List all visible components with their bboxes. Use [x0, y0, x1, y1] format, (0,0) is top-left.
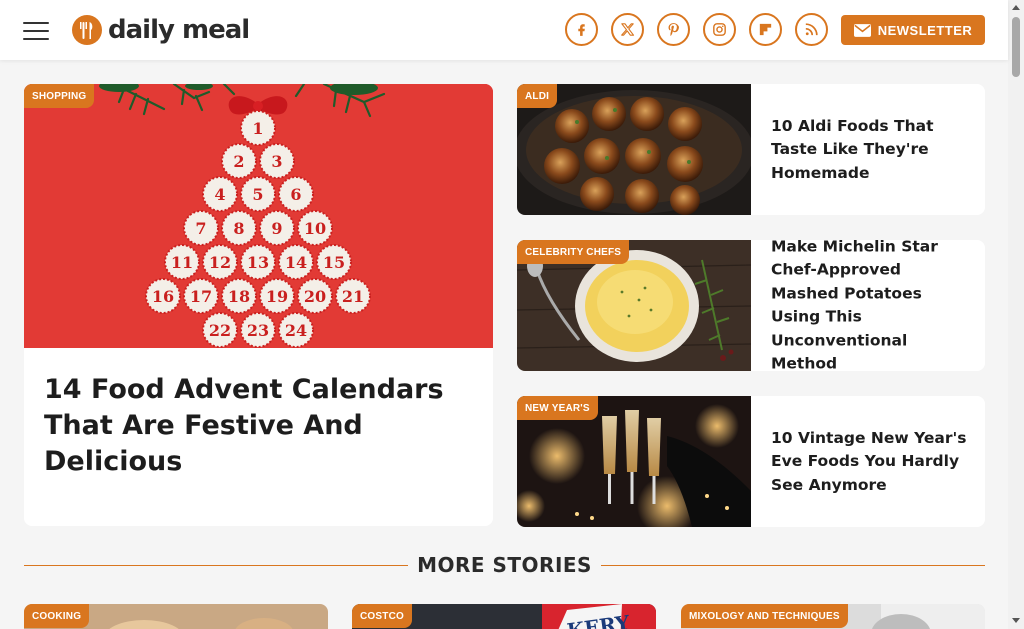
advent-door-number: 11 — [171, 253, 193, 272]
flipboard-icon[interactable] — [749, 13, 782, 46]
pinterest-icon[interactable] — [657, 13, 690, 46]
side-story-card[interactable]: CELEBRITY CHEFS Make Michelin Star Chef-… — [517, 240, 985, 371]
advent-door-number: 19 — [266, 287, 288, 306]
page-scrollbar[interactable] — [1008, 0, 1024, 629]
site-logo[interactable]: daily meal — [72, 12, 250, 48]
advent-door-number: 5 — [252, 185, 263, 204]
hero-story-card[interactable]: SHOPPING 123456 7 8 9 10 11 12 13 14 15 … — [24, 84, 493, 526]
scroll-up-arrow-icon[interactable] — [1012, 5, 1020, 10]
instagram-icon[interactable] — [703, 13, 736, 46]
advent-door-number: 24 — [285, 321, 307, 340]
advent-door-number: 1 — [252, 119, 263, 138]
scroll-thumb[interactable] — [1012, 17, 1020, 77]
fork-knife-logo-icon — [72, 15, 102, 45]
envelope-icon — [853, 23, 871, 37]
divider-line — [24, 564, 409, 566]
side-story-card[interactable]: NEW YEAR'S 10 Vintage New Year's Eve Foo… — [517, 396, 985, 527]
advent-door-number: 22 — [209, 321, 231, 340]
advent-door-number: 18 — [228, 287, 250, 306]
hero-headline[interactable]: 14 Food Advent Calendars That Are Festiv… — [44, 372, 474, 480]
advent-door-number: 20 — [304, 287, 326, 306]
rss-icon[interactable] — [795, 13, 828, 46]
advent-door-number: 10 — [304, 219, 326, 238]
story-card[interactable]: MIXOLOGY AND TECHNIQUES — [681, 604, 985, 629]
advent-door-number: 6 — [290, 185, 301, 204]
story-card[interactable]: COSTCO KERY — [352, 604, 656, 629]
advent-door-number: 8 — [233, 219, 244, 238]
category-tag-new-years[interactable]: NEW YEAR'S — [517, 396, 598, 420]
x-icon[interactable] — [611, 13, 644, 46]
advent-door-number: 16 — [152, 287, 174, 306]
category-tag-celebrity-chefs[interactable]: CELEBRITY CHEFS — [517, 240, 630, 264]
advent-door-number: 7 — [195, 219, 206, 238]
advent-door-number: 4 — [214, 185, 225, 204]
divider-line — [600, 564, 986, 566]
category-tag-mixology[interactable]: MIXOLOGY AND TECHNIQUES — [681, 604, 848, 628]
newsletter-label: NEWSLETTER — [877, 22, 973, 38]
advent-door-number: 3 — [271, 152, 282, 171]
story-card[interactable]: COOKING — [24, 604, 328, 629]
site-header: daily meal NEWSLETTER — [0, 0, 1008, 60]
side-story-headline[interactable]: Make Michelin Star Chef-Approved Mashed … — [771, 240, 971, 371]
advent-door-number: 17 — [190, 287, 212, 306]
facebook-icon[interactable] — [565, 13, 598, 46]
category-tag-shopping[interactable]: SHOPPING — [24, 84, 95, 108]
side-story-card[interactable]: ALDI 10 Aldi Foods That Taste Like They'… — [517, 84, 985, 215]
category-tag-cooking[interactable]: COOKING — [24, 604, 90, 628]
advent-door-number: 23 — [247, 321, 269, 340]
advent-door-number: 15 — [323, 253, 345, 272]
menu-icon[interactable] — [23, 22, 49, 40]
more-stories-divider: MORE STORIES — [24, 552, 986, 578]
advent-door-number: 2 — [233, 152, 244, 171]
more-stories-heading: MORE STORIES — [417, 553, 592, 577]
category-tag-aldi[interactable]: ALDI — [517, 84, 558, 108]
side-story-headline[interactable]: 10 Vintage New Year's Eve Foods You Hard… — [771, 426, 971, 497]
logo-wordmark: daily meal — [108, 15, 250, 45]
social-links — [565, 13, 828, 46]
newsletter-button[interactable]: NEWSLETTER — [841, 15, 985, 45]
category-tag-costco[interactable]: COSTCO — [352, 604, 412, 628]
scroll-down-arrow-icon[interactable] — [1012, 618, 1020, 623]
advent-calendar-image[interactable]: 1 2 3 4 5 6 7 8 9 10 11 12 13 14 15 16 17 18 19 20 21 22 23 24 — [24, 84, 493, 348]
advent-door-number: 14 — [285, 253, 307, 272]
advent-door-number: 13 — [247, 253, 269, 272]
side-story-headline[interactable]: 10 Aldi Foods That Taste Like They're Ho… — [771, 114, 971, 185]
advent-door-number: 9 — [271, 219, 282, 238]
advent-door-number: 12 — [209, 253, 231, 272]
advent-door-number: 21 — [342, 287, 364, 306]
